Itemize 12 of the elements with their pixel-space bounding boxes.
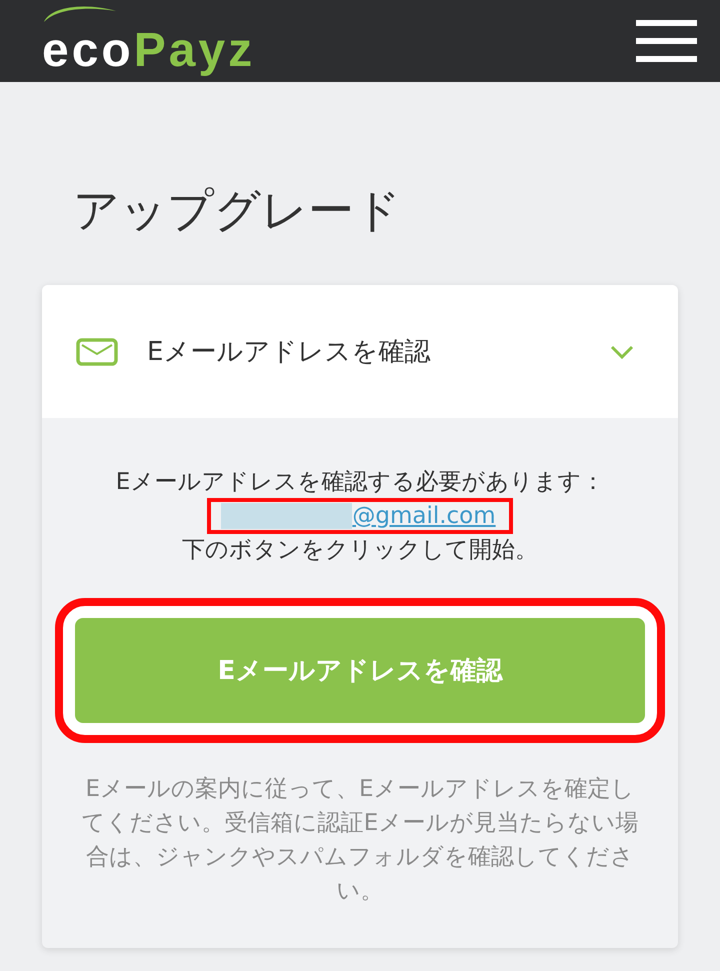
- help-note: Eメールの案内に従って、Eメールアドレスを確定してください。受信箱に認証Eメールが見当たらない場合は、ジャンクやスパムフォルダを確認してください。: [80, 775, 640, 906]
- envelope-icon: [76, 338, 118, 366]
- section-header[interactable]: Eメールアドレスを確認: [42, 285, 678, 418]
- swoosh-icon: [42, 4, 118, 22]
- verify-message: Eメールアドレスを確認する必要があります：: [116, 468, 604, 497]
- instruction-text: 下のボタンをクリックして開始。: [182, 536, 538, 565]
- logo[interactable]: ecoPayz: [42, 2, 256, 80]
- logo-text: ecoPayz: [42, 23, 256, 79]
- page-title: アップグレード: [73, 182, 401, 238]
- section-title: Eメールアドレスを確認: [147, 336, 430, 368]
- menu-button[interactable]: [636, 20, 697, 62]
- menu-icon: [636, 20, 697, 62]
